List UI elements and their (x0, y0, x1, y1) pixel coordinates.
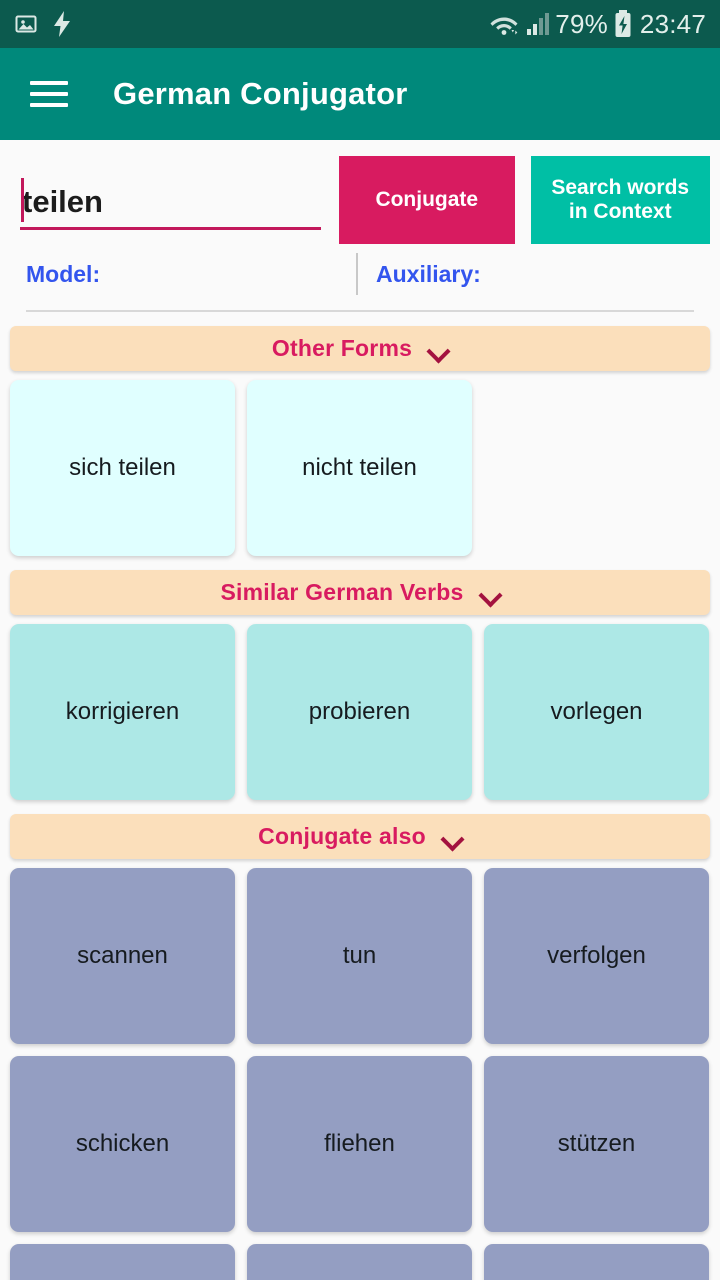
verb-card[interactable]: fliehen (247, 1056, 472, 1232)
verb-card[interactable]: verfolgen (484, 868, 709, 1044)
verb-card[interactable] (247, 1244, 472, 1280)
verb-card[interactable]: nicht teilen (247, 380, 472, 556)
search-input-underline (20, 227, 322, 230)
page-title: German Conjugator (113, 76, 408, 111)
status-bar-right: 79% 23:47 (489, 9, 706, 40)
hamburger-menu-icon[interactable] (30, 81, 68, 107)
model-auxiliary-row: Model: Auxiliary: (0, 250, 720, 298)
section-header-conjugate-also[interactable]: Conjugate also (10, 814, 710, 859)
verb-card[interactable] (10, 1244, 235, 1280)
verb-card[interactable]: tun (247, 868, 472, 1044)
search-words-in-context-button[interactable]: Search words in Context (530, 156, 710, 244)
chevron-down-icon (442, 831, 462, 843)
app-bar: German Conjugator (0, 48, 720, 140)
search-row: Conjugate Search words in Context (0, 140, 720, 244)
verb-card[interactable] (484, 1244, 709, 1280)
wifi-icon (489, 11, 519, 37)
auxiliary-label: Auxiliary: (376, 260, 481, 287)
section-header-other-forms[interactable]: Other Forms (10, 326, 710, 371)
chevron-down-icon (480, 587, 500, 599)
auxiliary-field: Auxiliary: (376, 261, 481, 288)
chevron-down-icon (428, 343, 448, 355)
verb-card[interactable]: sich teilen (10, 380, 235, 556)
verb-card[interactable]: korrigieren (10, 624, 235, 800)
hamburger-bar (30, 81, 68, 85)
flash-icon (52, 11, 72, 37)
section-title: Conjugate also (258, 823, 426, 849)
verb-card[interactable]: stützen (484, 1056, 709, 1232)
image-icon (14, 12, 38, 36)
hamburger-bar (30, 103, 68, 107)
verb-card[interactable]: probieren (247, 624, 472, 800)
status-bar: 79% 23:47 (0, 0, 720, 48)
model-label: Model: (26, 260, 101, 287)
app-root: 79% 23:47 German Conjugator Conjug (0, 0, 720, 1280)
conjugate-button[interactable]: Conjugate (339, 156, 515, 244)
clock-label: 23:47 (639, 8, 706, 39)
section-header-similar-german-verbs[interactable]: Similar German Verbs (10, 570, 710, 615)
cellular-signal-icon (525, 12, 550, 36)
verb-card[interactable]: schicken (10, 1056, 235, 1232)
battery-charging-icon (614, 10, 632, 38)
card-grid-conjugate-also: scannen tun verfolgen schicken fliehen s… (0, 868, 720, 1280)
text-caret (21, 178, 24, 222)
search-field-wrapper (20, 156, 322, 234)
status-bar-left-icons (14, 11, 72, 37)
meta-rule-divider (26, 310, 694, 312)
card-grid-other-forms: sich teilen nicht teilen (0, 380, 720, 556)
battery-percent-label: 79% (555, 8, 608, 39)
card-grid-similar-german-verbs: korrigieren probieren vorlegen (0, 624, 720, 800)
verb-card[interactable]: scannen (10, 868, 235, 1044)
hamburger-bar (30, 92, 68, 96)
meta-divider (356, 253, 358, 295)
model-field: Model: (26, 261, 356, 288)
verb-search-input[interactable] (20, 184, 322, 228)
section-title: Similar German Verbs (220, 579, 464, 605)
section-title: Other Forms (271, 335, 413, 361)
verb-card[interactable]: vorlegen (484, 624, 709, 800)
